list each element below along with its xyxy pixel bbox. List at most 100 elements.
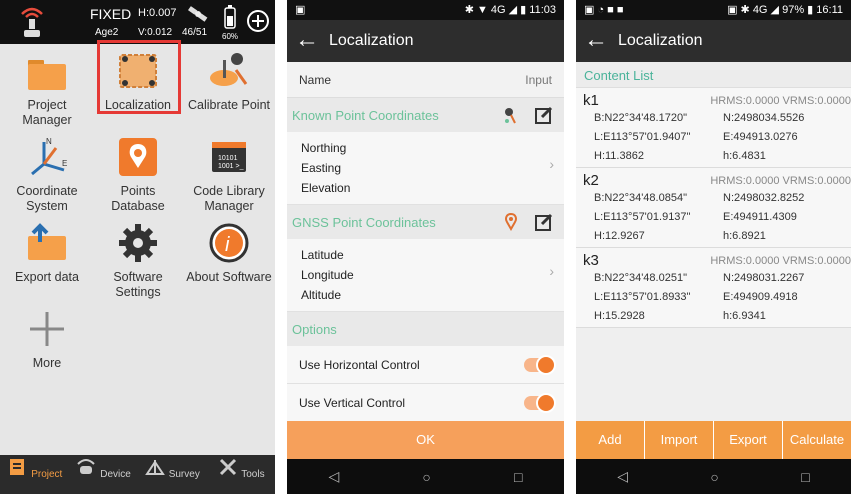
- back-arrow-icon[interactable]: ←: [295, 27, 319, 53]
- tab-project[interactable]: Project: [0, 455, 69, 494]
- gnss-point-fields[interactable]: Latitude Longitude Altitude ›: [287, 239, 564, 312]
- action-button-bar: Add Import Export Calculate: [576, 421, 851, 459]
- tab-device[interactable]: Device: [69, 455, 138, 494]
- calculate-button[interactable]: Calculate: [783, 421, 851, 459]
- easting-label: Easting: [301, 161, 342, 175]
- edit-icon[interactable]: [534, 212, 554, 232]
- age-readout: Age2: [95, 27, 119, 38]
- point-rms: HRMS:0.0000 VRMS:0.0000: [710, 95, 851, 107]
- notification-icon: ▣: [295, 4, 306, 16]
- nav-back-icon[interactable]: ◁: [617, 468, 628, 485]
- calibrate-point-item[interactable]: Calibrate Point: [185, 48, 273, 113]
- gnss-status-bar: FIXED H:0.007 Age2 V:0.012 46/51 60%: [0, 0, 275, 44]
- point-longitude: L:E113°57'01.9137": [594, 211, 691, 223]
- section-title: GNSS Point Coordinates: [292, 215, 436, 230]
- longitude-label: Longitude: [301, 268, 354, 282]
- vertical-control-toggle[interactable]: [524, 393, 556, 413]
- page-title: Localization: [329, 32, 414, 49]
- point-ellipsoid-height: h:6.9341: [723, 310, 766, 322]
- survey-rod-icon[interactable]: [502, 106, 520, 124]
- svg-text:1001 >_: 1001 >_: [218, 163, 244, 170]
- battery-icon: [224, 5, 236, 29]
- horizontal-control-row: Use Horizontal Control: [287, 346, 564, 384]
- import-button[interactable]: Import: [645, 421, 713, 459]
- coordinate-system-item[interactable]: NE Coordinate System: [3, 134, 91, 214]
- export-data-item[interactable]: Export data: [3, 220, 91, 285]
- svg-text:N: N: [46, 137, 52, 146]
- tab-tools[interactable]: Tools: [206, 455, 275, 494]
- point-list-item[interactable]: k1 HRMS:0.0000 VRMS:0.0000 B:N22°34'48.1…: [576, 88, 851, 168]
- about-software-item[interactable]: i About Software: [185, 220, 273, 285]
- gear-icon: [115, 220, 161, 266]
- code-library-item[interactable]: 10101 1001 >_ Code Library Manager: [185, 134, 273, 214]
- toggle-knob: [536, 393, 556, 413]
- point-northing: N:2498034.5526: [723, 112, 805, 124]
- point-easting: E:494909.4918: [723, 291, 798, 303]
- point-list-item[interactable]: k2 HRMS:0.0000 VRMS:0.0000 B:N22°34'48.0…: [576, 168, 851, 248]
- tab-survey[interactable]: Survey: [138, 455, 207, 494]
- nav-recents-icon[interactable]: □: [801, 469, 809, 485]
- satellite-count: 46/51: [182, 27, 208, 38]
- software-settings-item[interactable]: Software Settings: [94, 220, 182, 300]
- horizontal-control-toggle[interactable]: [524, 355, 556, 375]
- point-northing: N:2498032.8252: [723, 192, 805, 204]
- export-button[interactable]: Export: [714, 421, 782, 459]
- grid-label: More: [32, 356, 62, 370]
- status-right: ▣ ✱ 4G ◢ 97% ▮ 16:11: [727, 4, 843, 16]
- tab-label: Tools: [241, 469, 265, 480]
- nav-home-icon[interactable]: ○: [422, 469, 430, 485]
- project-manager-item[interactable]: Project Manager: [3, 48, 91, 128]
- point-longitude: L:E113°57'01.9407": [594, 131, 691, 143]
- point-name: k3: [583, 252, 599, 269]
- point-height: H:12.9267: [594, 230, 645, 242]
- calibrate-point-icon: [206, 48, 252, 94]
- network-type: 4G: [490, 4, 506, 16]
- battery-percent: 97%: [782, 4, 805, 16]
- info-icon: i: [206, 220, 252, 266]
- add-button[interactable]: Add: [576, 421, 644, 459]
- name-input[interactable]: Input: [525, 73, 552, 87]
- svg-text:10101: 10101: [218, 155, 238, 162]
- clock: 11:03: [529, 4, 556, 16]
- edit-icon[interactable]: [534, 105, 554, 125]
- point-height: H:11.3862: [594, 150, 644, 162]
- android-nav-bar: ◁ ○ □: [576, 459, 851, 494]
- grid-label: Software Settings: [113, 270, 163, 299]
- nav-home-icon[interactable]: ○: [710, 469, 718, 485]
- vertical-control-row: Use Vertical Control: [287, 384, 564, 422]
- localization-content-screen: ▣ ◔ ■ ■ ▣ ✱ 4G ◢ 97% ▮ 16:11 ← Localizat…: [576, 0, 851, 494]
- northing-label: Northing: [301, 141, 347, 155]
- point-longitude: L:E113°57'01.8933": [594, 291, 691, 303]
- nav-back-icon[interactable]: ◁: [329, 468, 340, 485]
- svg-text:i: i: [225, 234, 230, 256]
- grid-label: Coordinate System: [16, 184, 78, 213]
- gnss-point-section-header: GNSS Point Coordinates: [287, 205, 564, 239]
- ok-button[interactable]: OK: [287, 421, 564, 459]
- name-row[interactable]: Name Input: [287, 62, 564, 98]
- point-list-item[interactable]: k3 HRMS:0.0000 VRMS:0.0000 B:N22°34'48.0…: [576, 248, 851, 328]
- section-title: Options: [292, 322, 337, 337]
- nav-recents-icon[interactable]: □: [514, 469, 522, 485]
- option-label: Use Vertical Control: [299, 396, 406, 410]
- known-point-fields[interactable]: Northing Easting Elevation ›: [287, 132, 564, 205]
- grid-label: Project Manager: [22, 98, 72, 127]
- back-arrow-icon[interactable]: ←: [584, 27, 608, 53]
- phone-status-bar: ▣ ✱ ▼ 4G ◢ ▮ 11:03: [287, 0, 564, 20]
- section-title: Known Point Coordinates: [292, 108, 439, 123]
- elevation-label: Elevation: [301, 181, 351, 195]
- folder-icon: [24, 48, 70, 94]
- location-pin-icon: [115, 134, 161, 180]
- grid-label: About Software: [186, 270, 272, 284]
- point-ellipsoid-height: h:6.8921: [723, 230, 766, 242]
- points-database-item[interactable]: Points Database: [94, 134, 182, 214]
- point-latitude: B:N22°34'48.0251": [594, 272, 687, 284]
- more-item[interactable]: More: [3, 306, 91, 371]
- point-height: H:15.2928: [594, 310, 645, 322]
- add-circle-icon[interactable]: [246, 9, 270, 33]
- point-latitude: B:N22°34'48.0854": [594, 192, 687, 204]
- point-ellipsoid-height: h:6.4831: [723, 150, 766, 162]
- tools-icon: [219, 458, 236, 476]
- project-icon: [10, 459, 25, 475]
- location-pin-icon[interactable]: [502, 213, 520, 231]
- battery-percent: 60%: [222, 32, 239, 41]
